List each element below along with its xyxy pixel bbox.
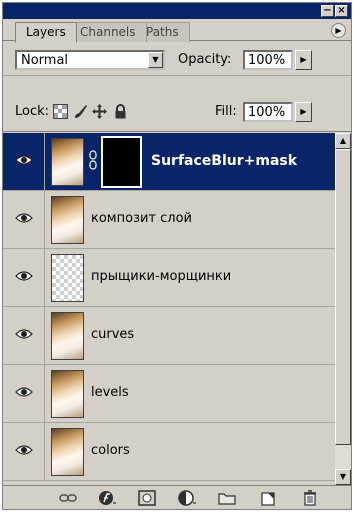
visibility-toggle[interactable] [3, 307, 45, 364]
layer-name: прыщики-морщинки [91, 269, 232, 284]
new-group-folder-icon[interactable] [218, 490, 236, 506]
blend-mode-value: Normal [21, 53, 69, 68]
add-mask-icon[interactable] [138, 490, 156, 506]
layer-name: colors [91, 443, 130, 458]
fill-label: Fill: [215, 104, 237, 119]
layer-row-surfaceblur-mask[interactable]: SurfaceBlur+mask [3, 133, 335, 191]
blend-opacity-row: Normal ▼ Opacity: 100% ▶ [3, 42, 351, 76]
layer-style-fx-icon[interactable] [98, 490, 116, 506]
layers-bottom-toolbar [3, 485, 351, 509]
eye-icon [15, 213, 33, 223]
link-chain-icon[interactable] [89, 150, 97, 170]
fill-input[interactable]: 100% [243, 102, 293, 122]
new-layer-icon[interactable] [259, 490, 277, 506]
layer-thumbnail[interactable] [51, 312, 84, 360]
layer-row-curves[interactable]: curves [3, 307, 335, 365]
layers-panel: − × Paths Channels Layers ▶ Normal ▼ Opa… [2, 2, 352, 510]
layer-row-pryshchiki[interactable]: прыщики-морщинки [3, 249, 335, 307]
adjustment-layer-icon[interactable] [178, 490, 196, 506]
opacity-slider-button[interactable]: ▶ [295, 50, 312, 70]
minimize-button[interactable]: − [321, 5, 334, 17]
tab-layers[interactable]: Layers [15, 22, 77, 43]
blend-mode-select[interactable]: Normal ▼ [15, 50, 165, 70]
eye-icon [15, 271, 33, 281]
layer-thumbnail[interactable] [51, 370, 84, 418]
brush-icon[interactable] [73, 104, 88, 119]
visibility-toggle[interactable] [3, 191, 45, 248]
close-button[interactable]: × [335, 5, 348, 17]
layers-list: SurfaceBlur+mask композит слой прыщики-м… [3, 133, 335, 485]
panel-menu-button[interactable]: ▶ [331, 23, 346, 38]
layer-name: SurfaceBlur+mask [151, 153, 298, 169]
layers-scrollbar[interactable]: ▲ ▼ [335, 133, 351, 485]
opacity-label: Opacity: [178, 52, 232, 67]
layer-name: композит слой [91, 211, 192, 226]
layer-thumbnail[interactable] [51, 196, 84, 244]
link-layers-icon[interactable] [59, 490, 77, 506]
layer-thumbnail-transparent[interactable] [51, 254, 84, 302]
scroll-thumb[interactable] [335, 149, 351, 445]
tab-bar: Paths Channels Layers ▶ [3, 19, 351, 43]
visibility-toggle[interactable] [3, 423, 45, 480]
lock-label: Lock: [15, 104, 50, 119]
eye-icon [15, 445, 33, 455]
lock-transparent-pixels-icon[interactable] [53, 104, 68, 119]
layer-row-levels[interactable]: levels [3, 365, 335, 423]
visibility-toggle[interactable] [3, 249, 45, 306]
layer-mask-thumbnail[interactable] [101, 136, 142, 188]
layer-row-colors[interactable]: colors [3, 423, 335, 481]
scroll-up-button[interactable]: ▲ [335, 133, 351, 149]
scroll-down-button[interactable]: ▼ [335, 469, 351, 485]
layer-name: levels [91, 385, 129, 400]
lock-icon[interactable] [113, 104, 128, 119]
opacity-input[interactable]: 100% [243, 50, 293, 70]
layer-name: curves [91, 327, 135, 342]
move-icon[interactable] [92, 104, 107, 119]
trash-icon[interactable] [301, 490, 319, 506]
fill-slider-button[interactable]: ▶ [295, 102, 312, 122]
eye-icon [15, 387, 33, 397]
layer-thumbnail[interactable] [51, 428, 84, 476]
visibility-toggle[interactable] [3, 133, 45, 190]
visibility-toggle[interactable] [3, 365, 45, 422]
chevron-down-icon[interactable]: ▼ [148, 52, 163, 68]
lock-fill-row: Lock: Fill: 100% ▶ [3, 76, 351, 132]
layer-thumbnail[interactable] [51, 138, 84, 186]
panel-title-bar[interactable]: − × [3, 3, 351, 19]
eye-icon [15, 155, 33, 165]
tab-channels[interactable]: Channels [69, 22, 147, 42]
eye-icon [15, 329, 33, 339]
layer-row-kompozit[interactable]: композит слой [3, 191, 335, 249]
